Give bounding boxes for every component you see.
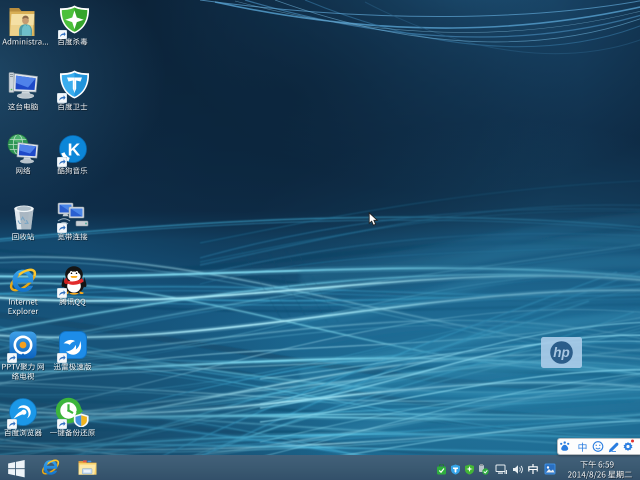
svg-text:hp: hp: [553, 345, 570, 360]
svg-text:K: K: [68, 140, 81, 160]
